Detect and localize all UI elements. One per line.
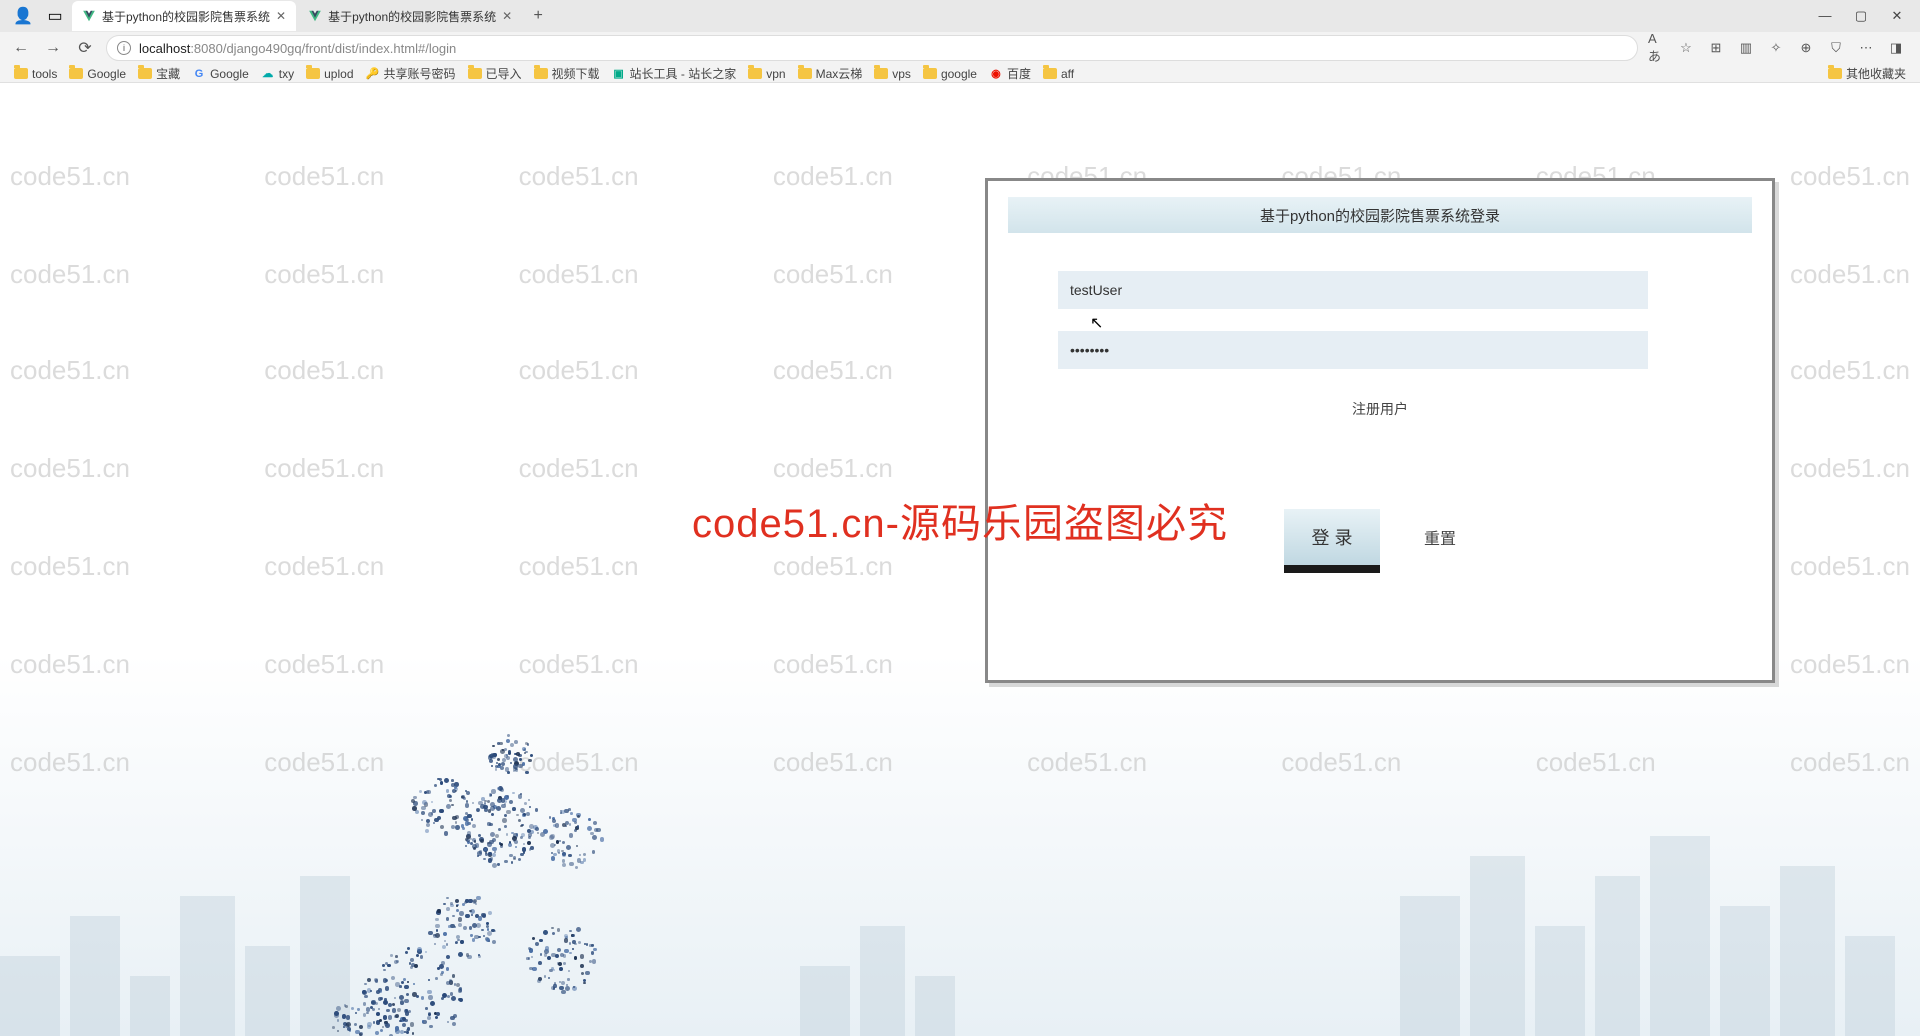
- shield-icon[interactable]: ⛉: [1828, 40, 1844, 56]
- url-path: :8080/django490gq/front/dist/index.html#…: [190, 41, 456, 56]
- login-title: 基于python的校园影院售票系统登录: [1008, 197, 1752, 233]
- minimize-icon[interactable]: —: [1816, 8, 1834, 24]
- close-icon[interactable]: ✕: [502, 9, 512, 23]
- bookmark-aff[interactable]: aff: [1043, 67, 1074, 81]
- close-window-icon[interactable]: ✕: [1888, 8, 1906, 24]
- bookmark-uplod[interactable]: uplod: [306, 67, 353, 81]
- address-bar[interactable]: i localhost:8080/django490gq/front/dist/…: [106, 35, 1638, 61]
- bookmark-baozang[interactable]: 宝藏: [138, 65, 180, 82]
- profile-icon[interactable]: 👤: [14, 7, 32, 25]
- collections-icon[interactable]: ▥: [1738, 40, 1754, 56]
- folder-icon: [1043, 68, 1057, 79]
- favorites-icon[interactable]: ✧: [1768, 40, 1784, 56]
- browser-tab-0[interactable]: 基于python的校园影院售票系统 ✕: [72, 1, 296, 31]
- browser-chrome: 👤 ▭ 基于python的校园影院售票系统 ✕ 基于python的校园影院售票系…: [0, 0, 1920, 83]
- url-host: localhost: [139, 41, 190, 56]
- forward-button[interactable]: →: [42, 37, 64, 59]
- cloud-icon: ☁: [261, 67, 275, 81]
- bookmark-google2[interactable]: GGoogle: [192, 67, 249, 81]
- address-row: ← → ⟳ i localhost:8080/django490gq/front…: [0, 32, 1920, 64]
- star-icon[interactable]: ☆: [1678, 40, 1694, 56]
- username-input[interactable]: [1058, 271, 1648, 309]
- bookmark-vpn[interactable]: vpn: [748, 67, 785, 81]
- vue-icon: [82, 9, 96, 23]
- bookmark-google[interactable]: Google: [69, 67, 126, 81]
- bookmark-google3[interactable]: google: [923, 67, 977, 81]
- folder-icon: [923, 68, 937, 79]
- new-tab-button[interactable]: +: [524, 2, 552, 30]
- runner-figure: [310, 696, 670, 1036]
- folder-icon: [748, 68, 762, 79]
- login-panel: 基于python的校园影院售票系统登录 注册用户 登 录 重置: [985, 178, 1775, 683]
- bookmark-max[interactable]: Max云梯: [798, 65, 863, 82]
- tabs-overview-icon[interactable]: ▭: [46, 7, 64, 25]
- tab-strip: 👤 ▭ 基于python的校园影院售票系统 ✕ 基于python的校园影院售票系…: [0, 0, 1920, 32]
- extensions-icon[interactable]: ⊞: [1708, 40, 1724, 56]
- sidebar-icon[interactable]: ◨: [1888, 40, 1904, 56]
- close-icon[interactable]: ✕: [276, 9, 286, 23]
- reset-button[interactable]: 重置: [1404, 509, 1476, 565]
- folder-icon: [534, 68, 548, 79]
- app-icon[interactable]: ⊕: [1798, 40, 1814, 56]
- bookmark-zhanzhang[interactable]: ▣站长工具 - 站长之家: [612, 65, 737, 82]
- folder-icon: [69, 68, 83, 79]
- read-aloud-icon[interactable]: Aあ: [1648, 40, 1664, 56]
- bookmark-share[interactable]: 🔑共享账号密码: [366, 65, 456, 82]
- bookmarks-bar: tools Google 宝藏 GGoogle ☁txy uplod 🔑共享账号…: [0, 64, 1920, 83]
- menu-icon[interactable]: ⋯: [1858, 40, 1874, 56]
- register-link[interactable]: 注册用户: [1058, 399, 1702, 419]
- login-form: 注册用户 登 录 重置: [1008, 271, 1752, 573]
- window-controls: — ▢ ✕: [1816, 8, 1920, 24]
- bookmark-txy[interactable]: ☁txy: [261, 67, 294, 81]
- folder-icon: [468, 68, 482, 79]
- folder-icon: [14, 68, 28, 79]
- key-icon: 🔑: [366, 67, 380, 81]
- bookmark-vps[interactable]: vps: [874, 67, 911, 81]
- baidu-icon: ◉: [989, 67, 1003, 81]
- tool-icon: ▣: [612, 67, 626, 81]
- page-content: code51.cncode51.cncode51.cncode51.cncode…: [0, 83, 1920, 1036]
- bookmark-tools[interactable]: tools: [14, 67, 57, 81]
- folder-icon: [1828, 68, 1842, 79]
- folder-icon: [138, 68, 152, 79]
- toolbar-icons: Aあ ☆ ⊞ ▥ ✧ ⊕ ⛉ ⋯ ◨: [1648, 40, 1910, 56]
- vue-icon: [308, 9, 322, 23]
- folder-icon: [306, 68, 320, 79]
- tab-title: 基于python的校园影院售票系统: [328, 8, 496, 25]
- folder-icon: [798, 68, 812, 79]
- password-input[interactable]: [1058, 331, 1648, 369]
- bookmark-import[interactable]: 已导入: [468, 65, 522, 82]
- maximize-icon[interactable]: ▢: [1852, 8, 1870, 24]
- tab-title: 基于python的校园影院售票系统: [102, 8, 270, 25]
- other-bookmarks[interactable]: 其他收藏夹: [1828, 65, 1906, 82]
- site-info-icon[interactable]: i: [117, 41, 131, 55]
- back-button[interactable]: ←: [10, 37, 32, 59]
- browser-tab-1[interactable]: 基于python的校园影院售票系统 ✕: [298, 1, 522, 31]
- bookmark-baidu[interactable]: ◉百度: [989, 65, 1031, 82]
- login-button[interactable]: 登 录: [1284, 509, 1380, 573]
- google-icon: G: [192, 67, 206, 81]
- folder-icon: [874, 68, 888, 79]
- bookmark-video[interactable]: 视频下载: [534, 65, 600, 82]
- reload-button[interactable]: ⟳: [74, 37, 96, 59]
- skyline-decoration: [0, 776, 1920, 1036]
